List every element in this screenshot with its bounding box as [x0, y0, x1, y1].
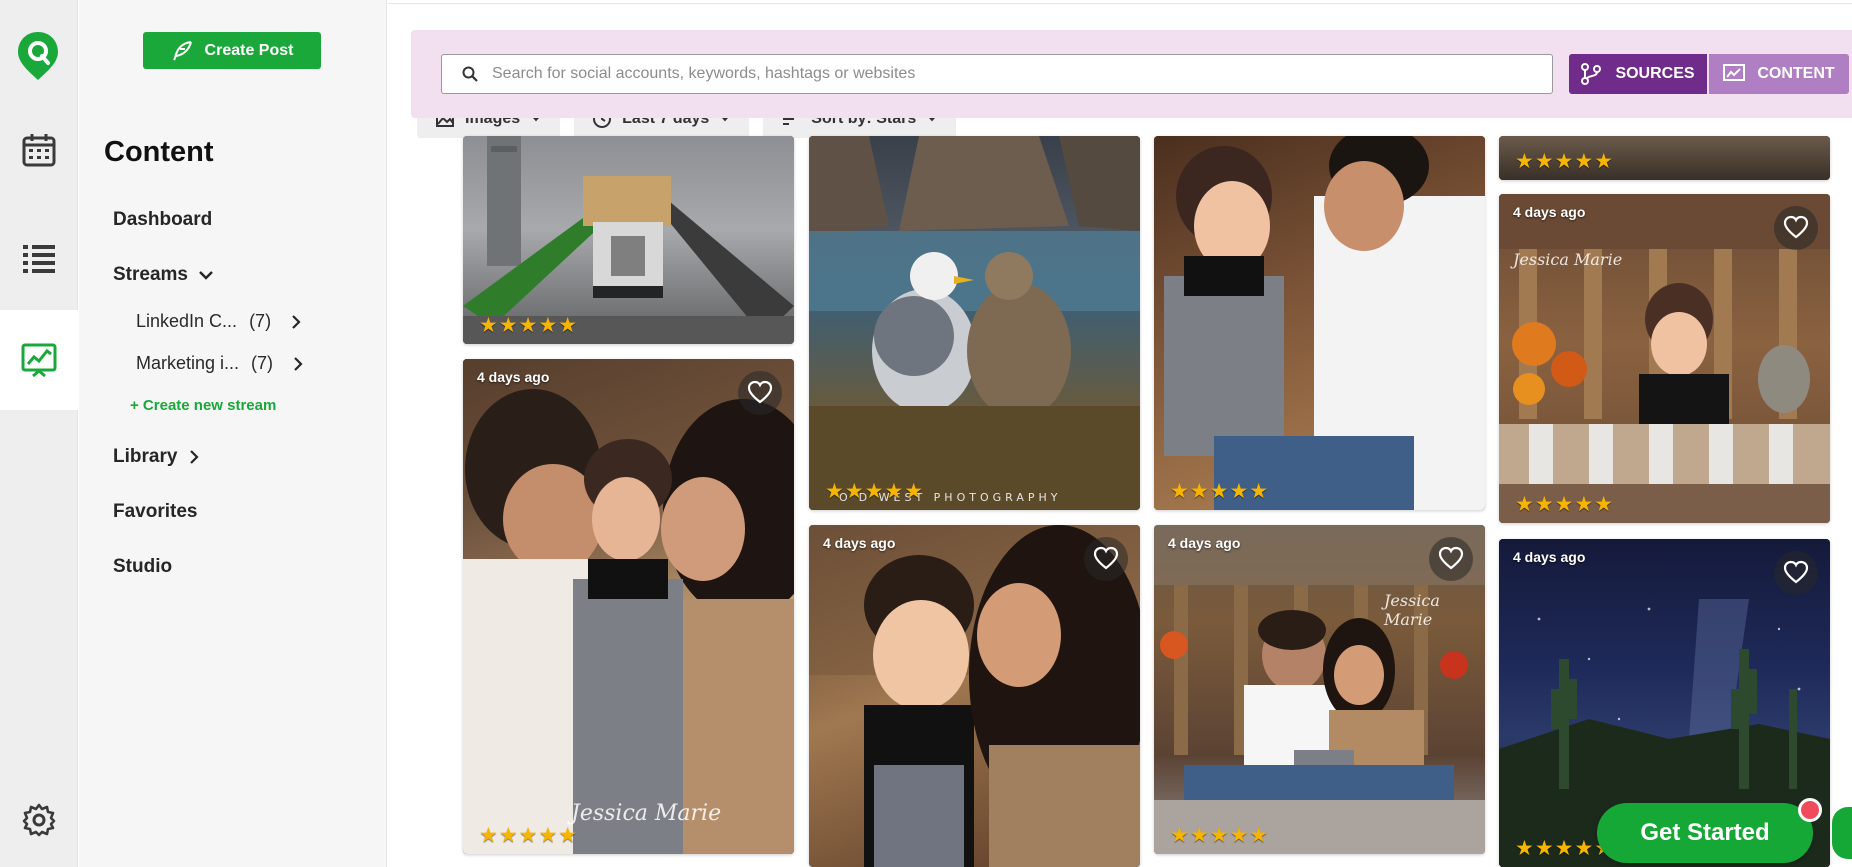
nav-streams[interactable]: Streams [113, 264, 214, 286]
content-grid: ★★★★★ 4 days ago Jessica Marie ★★★★★ O'D… [388, 0, 1852, 867]
heart-icon [747, 380, 773, 404]
rail-list[interactable] [0, 208, 78, 308]
card-image [809, 525, 1140, 867]
notification-dot [1798, 798, 1822, 822]
nav-favorites-label: Favorites [113, 501, 198, 522]
post-age: 4 days ago [823, 535, 896, 551]
stream-label: LinkedIn C... [136, 311, 238, 331]
search-field[interactable] [441, 54, 1553, 94]
card-image [1154, 136, 1485, 510]
card-image [809, 136, 1140, 510]
star-rating: ★★★★★ [1515, 493, 1615, 516]
watermark-text: Jessica Marie [1384, 591, 1440, 629]
gear-icon [22, 803, 56, 837]
sources-button[interactable]: SOURCES [1569, 54, 1707, 94]
favorite-button[interactable] [1774, 551, 1818, 595]
nav-favorites[interactable]: Favorites [113, 501, 197, 523]
nav-streams-label: Streams [113, 264, 188, 285]
search-input[interactable] [492, 65, 1532, 83]
watermark-text: Jessica Marie [1513, 250, 1623, 269]
content-card[interactable]: 4 days ago Jessica Marie ★★★★★ [463, 359, 794, 854]
chevron-right-icon [292, 314, 301, 329]
post-age: 4 days ago [1513, 549, 1586, 565]
create-post-button[interactable]: Create Post [143, 32, 321, 69]
content-chart-icon [1723, 64, 1746, 81]
rail-settings[interactable] [0, 770, 78, 867]
nav-dashboard[interactable]: Dashboard [113, 209, 212, 231]
branch-icon [1581, 63, 1602, 85]
chat-widget-button[interactable] [1832, 807, 1852, 859]
heart-icon [1783, 560, 1809, 584]
star-rating: ★★★★★ [1170, 480, 1270, 503]
search-icon [462, 66, 478, 82]
content-card[interactable]: ★★★★★ [463, 136, 794, 344]
card-image [463, 359, 794, 854]
content-card[interactable]: ★★★★★ [1154, 136, 1485, 510]
rail-calendar[interactable] [0, 100, 78, 200]
content-card[interactable]: 4 days ago [809, 525, 1140, 867]
chevron-right-icon [294, 356, 303, 371]
nav-dashboard-label: Dashboard [113, 209, 213, 230]
star-rating: ★★★★★ [1170, 824, 1270, 847]
chevron-down-icon [199, 271, 213, 280]
app-root: Create Post Content Dashboard Streams Li… [0, 0, 1852, 867]
content-nav: Create Post Content Dashboard Streams Li… [79, 0, 387, 867]
favorite-button[interactable] [1774, 206, 1818, 250]
rail-content[interactable] [0, 310, 78, 410]
calendar-icon [22, 134, 56, 167]
list-icon [23, 245, 55, 273]
create-post-label: Create Post [204, 41, 294, 59]
stream-count: (7) [249, 311, 272, 331]
post-age: 4 days ago [477, 369, 550, 385]
content-card[interactable]: O'D WEST PHOTOGRAPHY ★★★★★ [809, 136, 1140, 510]
star-rating: ★★★★★ [825, 480, 925, 503]
favorite-button[interactable] [1429, 537, 1473, 581]
heart-icon [1093, 546, 1119, 570]
stream-item-linkedin[interactable]: LinkedIn C... (7) [136, 311, 303, 332]
feather-icon [172, 40, 192, 60]
search-header: SOURCES CONTENT [411, 30, 1852, 118]
star-rating: ★★★★★ [1515, 150, 1615, 173]
main-content: Images Last 7 days Sort by: Stars ★★★★★ … [388, 0, 1852, 867]
nav-studio[interactable]: Studio [113, 556, 172, 578]
stream-item-marketing[interactable]: Marketing i... (7) [136, 353, 305, 374]
location-pin-logo-icon[interactable] [14, 30, 62, 82]
sources-label: SOURCES [1615, 65, 1695, 82]
content-card[interactable]: 4 days ago Jessica Marie ★★★★★ [1154, 525, 1485, 854]
watermark-text: Jessica Marie [571, 801, 722, 826]
post-age: 4 days ago [1513, 204, 1586, 220]
page-title: Content [104, 136, 214, 168]
stream-label: Marketing i... [136, 353, 240, 373]
get-started-button[interactable]: Get Started [1597, 803, 1813, 863]
nav-library[interactable]: Library [113, 446, 201, 468]
heart-icon [1438, 546, 1464, 570]
stream-count: (7) [251, 353, 274, 373]
post-age: 4 days ago [1168, 535, 1241, 551]
star-rating: ★★★★★ [479, 824, 579, 847]
content-card[interactable]: ★★★★★ [1499, 136, 1830, 180]
create-new-stream-link[interactable]: + Create new stream [130, 397, 276, 414]
content-card[interactable]: 4 days ago Jessica Marie ★★★★★ [1499, 194, 1830, 523]
content-chart-icon [21, 343, 57, 378]
chevron-right-icon [190, 450, 199, 464]
content-button[interactable]: CONTENT [1709, 54, 1849, 94]
star-rating: ★★★★★ [479, 314, 579, 337]
left-rail [0, 0, 78, 867]
content-label: CONTENT [1757, 65, 1835, 82]
favorite-button[interactable] [1084, 537, 1128, 581]
nav-studio-label: Studio [113, 556, 173, 577]
nav-library-label: Library [113, 446, 178, 467]
heart-icon [1783, 215, 1809, 239]
favorite-button[interactable] [738, 371, 782, 415]
